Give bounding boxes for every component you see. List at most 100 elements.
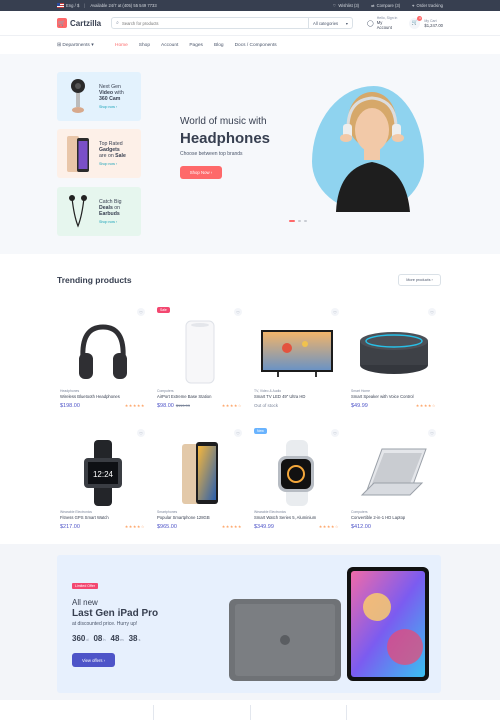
carousel-dot[interactable] (298, 220, 301, 222)
promo-cta[interactable]: Shop now › (99, 219, 122, 225)
ipad-image (229, 567, 429, 681)
sale-badge: Sale (157, 307, 170, 313)
cart-button[interactable]: 🛒 4 My Cart $1,247.00 (409, 15, 443, 29)
product-name[interactable]: Fitness GPS Smart Watch (60, 515, 109, 520)
old-price: $119.99 (175, 403, 190, 408)
product-card[interactable]: ♡ Smart Home Smart Speaker with Voice Co… (348, 305, 439, 417)
product-name[interactable]: AirPort Extreme Base Station (157, 394, 211, 399)
heart-icon[interactable]: ♡ (428, 429, 436, 437)
price-value: $198.00 (60, 403, 80, 409)
view-offers-button[interactable]: View offers › (72, 653, 115, 667)
promo-card-gadgets[interactable]: Top Rated Gadgets are on Sale Shop now › (57, 129, 141, 178)
search-icon: ⌕ (116, 20, 119, 26)
heart-icon[interactable]: ♡ (331, 429, 339, 437)
countdown-timer: 360d 08h 48m 38s (72, 634, 140, 643)
banner-line1: All new (72, 598, 98, 607)
hero-title: Headphones (180, 130, 271, 147)
compare-link[interactable]: ⇄ Compare (3) (371, 3, 400, 8)
main-nav: ⊞ Departments ▾ Home Shop Account Pages … (0, 35, 500, 54)
phones-image (63, 133, 93, 175)
product-name[interactable]: Smart Speaker with Voice Control (351, 394, 414, 399)
support-phone[interactable]: Available 24/7 at (405) 55 549 7733 (90, 3, 156, 8)
product-name[interactable]: Wireless Bluetooth Headphones (60, 394, 120, 399)
product-name[interactable]: Popular Smartphone 128GB (157, 515, 210, 520)
hero-shop-now-button[interactable]: Shop Now › (180, 166, 222, 179)
product-card[interactable]: New ♡ Wearable Electronics Smart Watch S… (251, 426, 342, 538)
product-name[interactable]: Smart Watch Series 5, Aluminium (254, 515, 316, 520)
product-price: $965.00 (157, 524, 177, 530)
nav-item-account[interactable]: Account (161, 43, 178, 48)
locale-switcher[interactable]: Eng / $ (57, 3, 79, 8)
cart-logo-icon: 🛒 (57, 18, 67, 28)
countdown-unit: m (120, 638, 124, 642)
heart-icon[interactable]: ♡ (234, 429, 242, 437)
nav-item-docs[interactable]: Docs / Components (235, 43, 277, 48)
countdown-hours: 08h (93, 634, 105, 643)
chevron-down-icon: ▾ (345, 20, 349, 26)
product-card[interactable]: Sale ♡ Computers AirPort Extreme Base St… (154, 305, 245, 417)
countdown-value: 48 (110, 634, 120, 643)
product-card[interactable]: ♡ Smartphones Popular Smartphone 128GB $… (154, 426, 245, 538)
banner-subtitle: at discounted price. Hurry up! (72, 621, 138, 627)
heart-icon[interactable]: ♡ (428, 308, 436, 316)
divider (346, 705, 347, 720)
logo-text: Cartzilla (70, 18, 102, 28)
product-name[interactable]: Convertible 2-in-1 HD Laptop (351, 515, 405, 520)
heart-icon[interactable]: ♡ (137, 429, 145, 437)
heart-icon[interactable]: ♡ (137, 308, 145, 316)
departments-label: Departments (62, 42, 90, 48)
fitness-watch-image: 12:24 (57, 440, 148, 506)
product-price: $412.00 (351, 524, 371, 530)
flag-icon (57, 3, 64, 8)
compare-label: Compare (3) (376, 3, 401, 8)
promo-card-earbuds[interactable]: Catch Big Deals on Earbuds Shop now › (57, 187, 141, 236)
product-category: Wearable Electronics (254, 510, 286, 514)
product-card[interactable]: ♡ TV, Video & Audio Smart TV LED 49" Ult… (251, 305, 342, 417)
cart-count-badge: 4 (417, 15, 423, 21)
countdown-unit: d (86, 638, 89, 642)
smart-speaker-image (348, 319, 439, 385)
countdown-value: 08 (93, 634, 103, 643)
product-card[interactable]: ♡ 12:24 Wearable Electronics Fitness GPS… (57, 426, 148, 538)
promo-cta[interactable]: Shop now › (99, 161, 126, 167)
departments-menu[interactable]: ⊞ Departments ▾ (57, 43, 115, 48)
promo-bold2: Sale (115, 152, 126, 159)
category-select-label: All categories (313, 20, 339, 26)
logo[interactable]: 🛒 Cartzilla (57, 18, 111, 28)
promo-card-360-cam[interactable]: Next Gen Video with 360 Cam Shop now › (57, 72, 141, 121)
product-card[interactable]: ♡ Headphones Wireless Bluetooth Headphon… (57, 305, 148, 417)
promo-cta[interactable]: Shop now › (99, 104, 124, 110)
promo-line2: are on (99, 152, 116, 159)
category-select[interactable]: All categories ▾ (308, 18, 352, 28)
wishlist-link[interactable]: ♡ Wishlist (3) (333, 3, 359, 8)
nav-item-shop[interactable]: Shop (139, 43, 150, 48)
search-bar: ⌕ All categories ▾ (111, 17, 354, 29)
product-card[interactable]: ♡ Computers Convertible 2-in-1 HD Laptop… (348, 426, 439, 538)
product-category: Smart Home (351, 389, 371, 393)
product-category: Smartphones (157, 510, 178, 514)
hero-subtitle: Choose between top brands (180, 151, 243, 157)
search-input[interactable] (121, 20, 309, 26)
heart-icon[interactable]: ♡ (234, 308, 242, 316)
rating-stars: ★★★★☆ (221, 403, 242, 408)
nav-item-blog[interactable]: Blog (214, 43, 224, 48)
heart-icon[interactable]: ♡ (331, 308, 339, 316)
promo-bold2: Earbuds (99, 210, 120, 217)
account-link[interactable]: ◯ Hello, Sign in My Account (367, 16, 397, 30)
banner-title: Last Gen iPad Pro (72, 608, 159, 619)
nav-item-home[interactable]: Home (115, 43, 128, 48)
order-tracking-link[interactable]: ⌖ Order tracking (412, 3, 443, 8)
countdown-value: 360 (72, 634, 86, 643)
locale-label: Eng / $ (66, 3, 80, 8)
nav-item-pages[interactable]: Pages (189, 43, 203, 48)
account-label: My Account (376, 20, 392, 30)
product-price: $349.99 (254, 524, 274, 530)
carousel-dot[interactable] (304, 220, 307, 222)
price-value: $98.00 (157, 403, 174, 409)
order-tracking-label: Order tracking (416, 3, 443, 8)
carousel-dot[interactable] (289, 220, 295, 222)
product-name[interactable]: Smart TV LED 49" Ultra HD (254, 394, 305, 399)
more-products-button[interactable]: More products › (398, 274, 441, 286)
headphones-image (57, 319, 148, 385)
rating-stars: ★★★★★ (221, 524, 242, 529)
